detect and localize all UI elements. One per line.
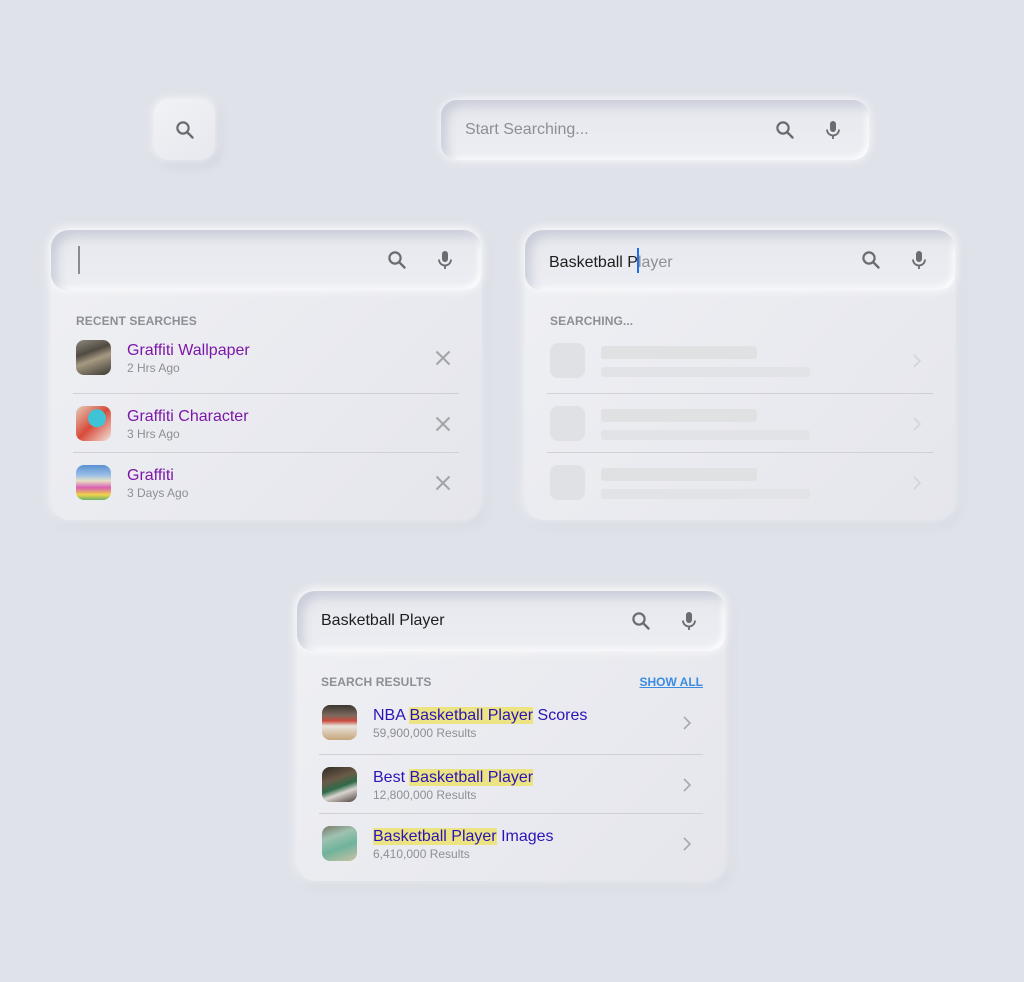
collapsed-search-button[interactable] (154, 99, 215, 160)
search-input-field[interactable] (78, 246, 385, 274)
search-bar-empty[interactable]: Start Searching... (441, 100, 869, 160)
skeleton-title (601, 468, 757, 481)
search-input-placeholder[interactable]: Start Searching... (465, 121, 773, 139)
highlighted-term: Basketball Player (409, 706, 534, 724)
search-result-item[interactable]: Best Basketball Player 12,800,000 Result… (319, 754, 703, 814)
searching-card: Basketball Player SEARCHING... (525, 230, 955, 520)
result-count: 59,900,000 Results (373, 725, 477, 740)
close-icon[interactable] (431, 471, 455, 495)
skeleton-subtitle (601, 430, 810, 440)
search-result-title[interactable]: Basketball Player Images (373, 827, 675, 846)
recent-search-time: 3 Hrs Ago (127, 426, 180, 441)
search-input-field[interactable]: Basketball Player (549, 247, 859, 273)
chevron-right-icon[interactable] (675, 832, 699, 856)
search-result-item[interactable]: Basketball Player Images 6,410,000 Resul… (319, 813, 703, 873)
search-input[interactable]: Basketball Player (525, 230, 955, 290)
section-label: RECENT SEARCHES (76, 314, 197, 328)
recent-search-title[interactable]: Graffiti (127, 466, 431, 485)
highlighted-term: Basketball Player (409, 768, 534, 786)
text-cursor (78, 246, 80, 274)
close-icon[interactable] (431, 412, 455, 436)
search-input-field[interactable]: Basketball Player (321, 612, 629, 630)
chevron-right-icon[interactable] (675, 773, 699, 797)
skeleton-thumbnail (550, 343, 585, 378)
close-icon[interactable] (431, 346, 455, 370)
search-result-item[interactable]: NBA Basketball Player Scores 59,900,000 … (319, 693, 703, 752)
search-icon[interactable] (773, 118, 797, 142)
search-icon (173, 118, 197, 142)
skeleton-subtitle (601, 367, 810, 377)
recent-searches-card: RECENT SEARCHES Graffiti Wallpaper 2 Hrs… (51, 230, 481, 520)
search-results-card: Basketball Player SEARCH RESULTS SHOW AL… (297, 591, 725, 881)
chevron-right-icon (905, 412, 929, 436)
skeleton-thumbnail (550, 406, 585, 441)
recent-search-time: 2 Hrs Ago (127, 360, 180, 375)
basketball-court-thumbnail (322, 826, 357, 861)
graffiti-thumbnail (76, 465, 111, 500)
result-count: 12,800,000 Results (373, 787, 477, 802)
skeleton-row (547, 452, 933, 512)
nba-game-thumbnail (322, 705, 357, 740)
search-input[interactable] (51, 230, 481, 290)
recent-search-item[interactable]: Graffiti Wallpaper 2 Hrs Ago (73, 328, 459, 387)
recent-search-item[interactable]: Graffiti Character 3 Hrs Ago (73, 393, 459, 453)
chevron-right-icon[interactable] (675, 711, 699, 735)
skeleton-subtitle (601, 489, 810, 499)
skeleton-thumbnail (550, 465, 585, 500)
search-result-title[interactable]: NBA Basketball Player Scores (373, 706, 675, 725)
search-input[interactable]: Basketball Player (297, 591, 725, 651)
basketball-players-thumbnail (322, 767, 357, 802)
microphone-icon[interactable] (821, 118, 845, 142)
search-icon[interactable] (385, 248, 409, 272)
section-label: SEARCH RESULTS (321, 675, 432, 689)
skeleton-row (547, 331, 933, 390)
result-count: 6,410,000 Results (373, 846, 470, 861)
typed-text: Basketball P (549, 253, 638, 271)
microphone-icon[interactable] (677, 609, 701, 633)
search-icon[interactable] (629, 609, 653, 633)
chevron-right-icon (905, 349, 929, 373)
section-label: SEARCHING... (550, 314, 634, 328)
recent-search-item[interactable]: Graffiti 3 Days Ago (73, 452, 459, 512)
highlighted-term: Basketball Player (373, 827, 497, 845)
graffiti-wallpaper-thumbnail (76, 340, 111, 375)
microphone-icon[interactable] (433, 248, 457, 272)
recent-search-title[interactable]: Graffiti Wallpaper (127, 341, 431, 360)
chevron-right-icon (905, 471, 929, 495)
recent-search-title[interactable]: Graffiti Character (127, 407, 431, 426)
skeleton-title (601, 346, 757, 359)
skeleton-title (601, 409, 757, 422)
show-all-link[interactable]: SHOW ALL (639, 675, 703, 689)
skeleton-row (547, 393, 933, 453)
recent-search-time: 3 Days Ago (127, 485, 189, 500)
microphone-icon[interactable] (907, 248, 931, 272)
graffiti-character-thumbnail (76, 406, 111, 441)
search-icon[interactable] (859, 248, 883, 272)
search-result-title[interactable]: Best Basketball Player (373, 768, 675, 787)
autocomplete-suggestion: layer (637, 253, 673, 271)
